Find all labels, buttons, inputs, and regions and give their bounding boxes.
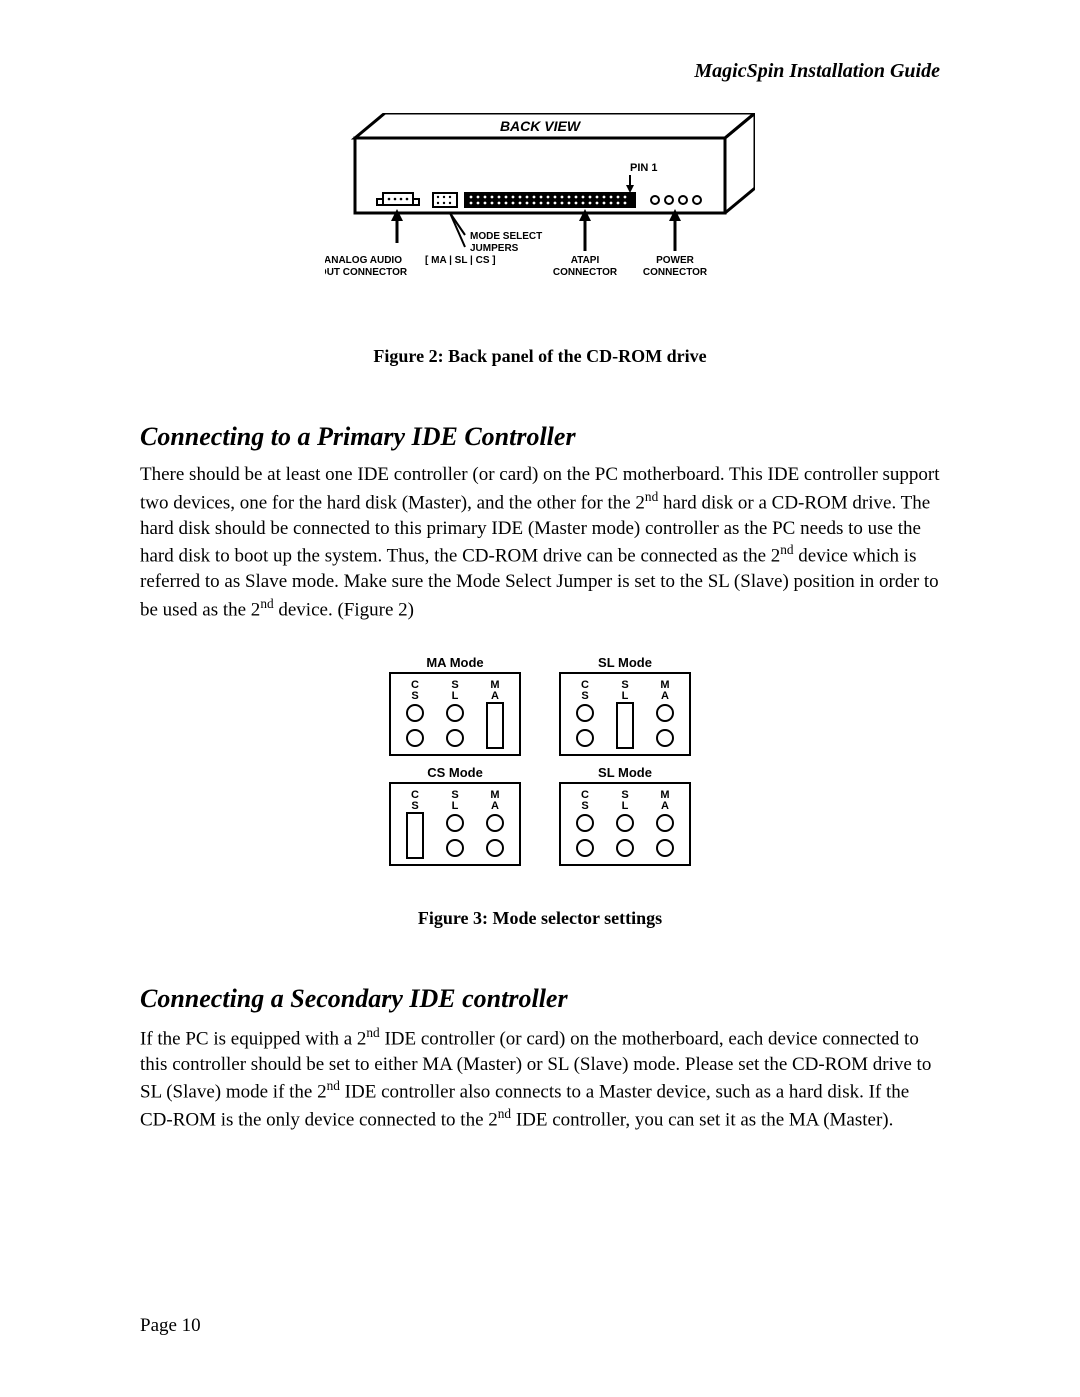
page: MagicSpin Installation Guide BACK VIEW	[0, 0, 1080, 1397]
back-view-label: BACK VIEW	[500, 118, 582, 134]
page-footer: Page 10	[140, 1315, 201, 1337]
s2-d: IDE controller, you can set it as the MA…	[511, 1110, 893, 1131]
figure-2: BACK VIEW PIN 1	[140, 113, 940, 367]
section-2-heading: Connecting a Secondary IDE controller	[140, 984, 940, 1014]
section-2-paragraph: If the PC is equipped with a 2nd IDE con…	[140, 1024, 940, 1134]
s1-sup3: nd	[260, 596, 273, 611]
power-label-1: POWER	[656, 255, 695, 266]
svg-text:S: S	[581, 690, 588, 702]
svg-text:A: A	[661, 800, 669, 812]
s2-a: If the PC is equipped with a 2	[140, 1028, 366, 1049]
page-header: MagicSpin Installation Guide	[140, 60, 940, 83]
mode-select-label-3: [ MA | SL | CS ]	[425, 255, 496, 266]
section-1-heading: Connecting to a Primary IDE Controller	[140, 422, 940, 452]
sl-mode-label-1: SL Mode	[598, 655, 652, 670]
power-label-2: CONNECTOR	[643, 267, 708, 278]
figure-3: MA Mode C S S L M A SL Mode C S S L M	[140, 653, 940, 929]
svg-text:L: L	[452, 690, 459, 702]
cs-mode-label: CS Mode	[427, 765, 483, 780]
section-1-paragraph: There should be at least one IDE control…	[140, 462, 940, 623]
svg-text:S: S	[581, 800, 588, 812]
svg-text:L: L	[452, 800, 459, 812]
svg-text:S: S	[411, 800, 418, 812]
svg-text:S: S	[411, 690, 418, 702]
svg-text:L: L	[622, 690, 629, 702]
s2-sup1: nd	[366, 1025, 379, 1040]
mode-selector-diagram: MA Mode C S S L M A SL Mode C S S L M	[370, 653, 710, 883]
figure-3-caption: Figure 3: Mode selector settings	[140, 908, 940, 929]
figure-2-caption: Figure 2: Back panel of the CD-ROM drive	[140, 346, 940, 367]
svg-text:A: A	[491, 690, 499, 702]
atapi-label-1: ATAPI	[571, 255, 600, 266]
svg-text:A: A	[661, 690, 669, 702]
sl-mode-label-2: SL Mode	[598, 765, 652, 780]
analog-label-1: ANALOG AUDIO	[325, 255, 402, 266]
ma-mode-label: MA Mode	[426, 655, 483, 670]
pin1-label: PIN 1	[630, 162, 658, 174]
s2-sup3: nd	[498, 1106, 511, 1121]
back-panel-diagram: BACK VIEW PIN 1	[325, 113, 755, 333]
svg-text:A: A	[491, 800, 499, 812]
mode-select-label-2: JUMPERS	[470, 243, 519, 254]
svg-text:L: L	[622, 800, 629, 812]
s2-sup2: nd	[327, 1078, 340, 1093]
s1-sup1: nd	[645, 489, 658, 504]
atapi-label-2: CONNECTOR	[553, 267, 618, 278]
analog-label-2: OUT CONNECTOR	[325, 267, 408, 278]
mode-select-label-1: MODE SELECT	[470, 231, 542, 242]
s1-sup2: nd	[780, 542, 793, 557]
s1-d: device. (Figure 2)	[274, 599, 414, 620]
